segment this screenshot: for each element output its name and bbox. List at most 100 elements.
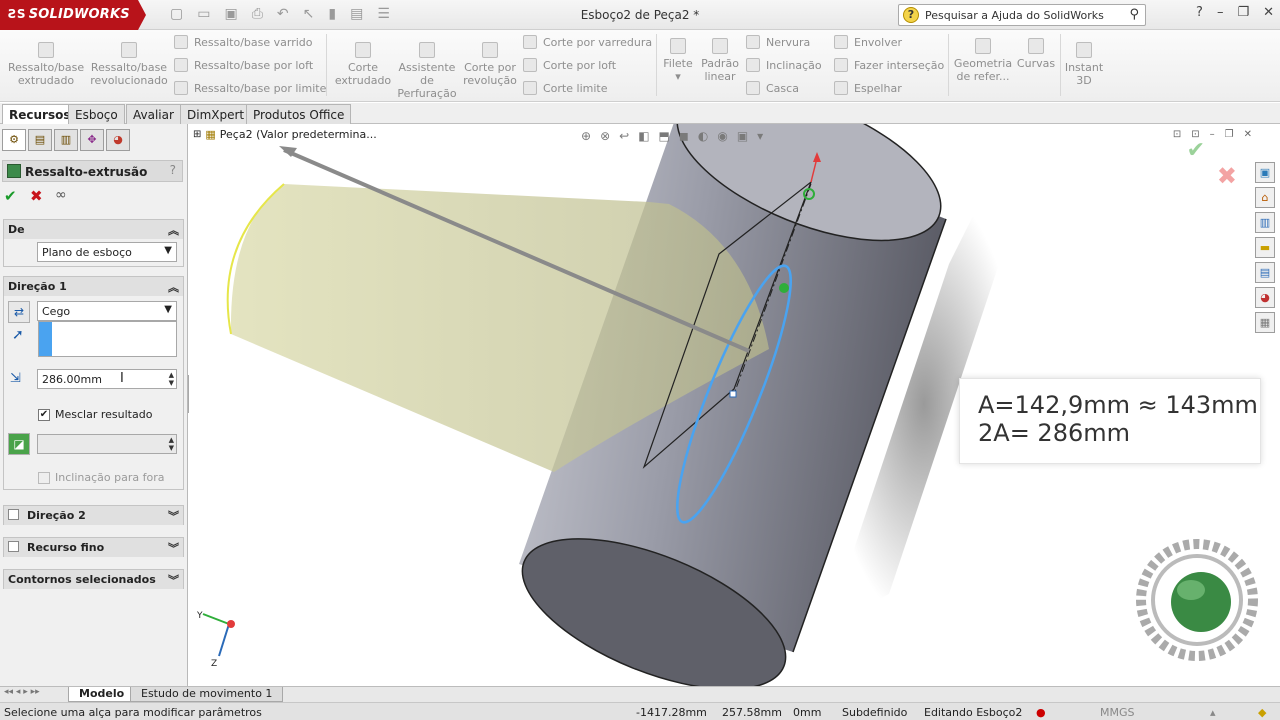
direction2-group[interactable]: Direção 2 ︾: [3, 505, 184, 525]
zoom-to-fit-icon[interactable]: ⊕: [581, 129, 591, 143]
merge-result-checkbox[interactable]: ✔ Mesclar resultado: [38, 408, 152, 421]
resources-icon[interactable]: ▣: [1255, 162, 1275, 183]
spinner-arrows-icon[interactable]: ▲ ▼: [169, 371, 174, 387]
cancel-x-icon[interactable]: ✖: [30, 187, 43, 205]
selected-contours-group[interactable]: Contornos selecionados ︾: [3, 569, 184, 589]
shell-button[interactable]: Casca: [746, 81, 799, 95]
search-icon[interactable]: ⚲: [1129, 7, 1139, 22]
curves-button[interactable]: Curvas: [1016, 38, 1056, 70]
open-icon[interactable]: ▭: [197, 6, 210, 22]
reference-geometry-button[interactable]: Geometria de refer...: [952, 38, 1014, 83]
help-icon[interactable]: ?: [170, 163, 176, 177]
direction2-checkbox[interactable]: [8, 509, 19, 520]
hole-wizard-button[interactable]: Assistente de Perfuração: [396, 42, 458, 100]
undo-icon[interactable]: ↶: [277, 6, 289, 22]
restore-icon[interactable]: ❐: [1237, 5, 1249, 20]
notification-icon[interactable]: ◆: [1258, 706, 1266, 719]
view-palette-icon[interactable]: ▤: [1255, 262, 1275, 283]
select-icon[interactable]: ↖: [303, 6, 315, 22]
rib-button[interactable]: Nervura: [746, 35, 810, 49]
reverse-direction-icon[interactable]: ⇄: [8, 301, 30, 323]
section-view-icon[interactable]: ◧: [638, 129, 649, 143]
new-icon[interactable]: ▢: [170, 6, 183, 22]
property-manager-tab-icon[interactable]: ▤: [28, 129, 52, 151]
save-icon[interactable]: ▣: [224, 6, 237, 22]
wrap-button[interactable]: Envolver: [834, 35, 902, 49]
fillet-dropdown-icon[interactable]: ▾: [675, 70, 681, 83]
confirm-cancel-icon[interactable]: ✖: [1217, 162, 1237, 190]
apply-scene-icon[interactable]: ▣: [737, 129, 748, 143]
tab-scroll-icon[interactable]: ◂◂ ◂ ▸ ▸▸: [4, 687, 40, 697]
end-condition-select[interactable]: Cego ▼: [37, 301, 177, 321]
help-search-input[interactable]: Pesquisar a Ajuda do SolidWorks: [925, 9, 1104, 22]
help-search-box[interactable]: ? Pesquisar a Ajuda do SolidWorks ⚲: [898, 4, 1146, 26]
instant3d-button[interactable]: Instant 3D: [1064, 42, 1104, 87]
solidworks-logo[interactable]: ƧS SOLIDWORKS: [0, 0, 138, 30]
display-manager-tab-icon[interactable]: ◕: [106, 129, 130, 151]
appearances-icon[interactable]: ◕: [1255, 287, 1275, 308]
status-options-icon[interactable]: ▴: [1210, 706, 1216, 719]
configuration-manager-tab-icon[interactable]: ▥: [54, 129, 78, 151]
view-settings-icon[interactable]: ▾: [757, 129, 763, 143]
viewport-split-icon[interactable]: ⊡: [1173, 129, 1181, 140]
print-icon[interactable]: ⎙: [252, 6, 263, 22]
viewport-close-icon[interactable]: ✕: [1244, 129, 1252, 140]
previous-view-icon[interactable]: ↩: [619, 129, 629, 143]
selected-contours-group-header[interactable]: Contornos selecionados ︾: [4, 570, 183, 589]
depth-spinner[interactable]: 286.00mm I ▲ ▼: [37, 369, 177, 389]
expand-icon[interactable]: ︾: [168, 508, 179, 524]
collapse-icon[interactable]: ︽: [168, 279, 179, 295]
swept-cut-button[interactable]: Corte por varredura: [523, 35, 652, 49]
tab-dimxpert[interactable]: DimXpert: [180, 104, 252, 124]
linear-pattern-button[interactable]: Padrão linear: [700, 38, 740, 83]
tab-avaliar[interactable]: Avaliar: [126, 104, 181, 124]
expand-icon[interactable]: ︾: [168, 572, 179, 588]
direction2-group-header[interactable]: Direção 2 ︾: [4, 506, 183, 525]
design-library-icon[interactable]: ▥: [1255, 212, 1275, 233]
extrude-boss-button[interactable]: Ressalto/base extrudado: [8, 42, 84, 87]
ok-check-icon[interactable]: ✔: [4, 187, 17, 205]
direction-selection-box[interactable]: [38, 321, 177, 357]
tab-modelo[interactable]: Modelo: [68, 687, 136, 702]
revolve-boss-button[interactable]: Ressalto/base revolucionado: [88, 42, 170, 87]
thin-feature-group-header[interactable]: Recurso fino ︾: [4, 538, 183, 557]
dimxpert-manager-tab-icon[interactable]: ✥: [80, 129, 104, 151]
help-menu-icon[interactable]: ?: [1196, 5, 1203, 20]
zoom-to-area-icon[interactable]: ⊗: [600, 129, 610, 143]
display-style-icon[interactable]: ◼: [679, 129, 689, 143]
swept-boss-button[interactable]: Ressalto/base varrido: [174, 35, 313, 49]
edit-appearance-icon[interactable]: ◉: [717, 129, 727, 143]
extruded-cut-button[interactable]: Corte extrudado: [334, 42, 392, 87]
lofted-cut-button[interactable]: Corte por loft: [523, 58, 616, 72]
mirror-button[interactable]: Espelhar: [834, 81, 902, 95]
intersect-button[interactable]: Fazer interseção: [834, 58, 944, 72]
draft-toggle-icon[interactable]: ◪: [8, 433, 30, 455]
fillet-button[interactable]: Filete ▾: [660, 38, 696, 83]
thin-feature-group[interactable]: Recurso fino ︾: [3, 537, 184, 557]
feature-manager-tab-icon[interactable]: ⚙: [2, 129, 26, 151]
tab-produtos-office[interactable]: Produtos Office: [246, 104, 352, 124]
view-orientation-icon[interactable]: ⬒: [659, 129, 670, 143]
confirm-ok-icon[interactable]: ✔: [1187, 138, 1205, 163]
file-explorer-icon[interactable]: ▬: [1255, 237, 1275, 258]
start-condition-select[interactable]: Plano de esboço ▼: [37, 242, 177, 262]
collapse-icon[interactable]: ︽: [168, 222, 179, 238]
rebuild-status-icon[interactable]: ●: [1036, 706, 1046, 719]
revolved-cut-button[interactable]: Corte por revolução: [462, 42, 518, 87]
options-icon[interactable]: ☰: [377, 6, 390, 22]
feature-tree-root[interactable]: ⊞ ▦ Peça2 (Valor predetermina...: [193, 128, 377, 141]
direction1-group-header[interactable]: Direção 1 ︽: [4, 277, 183, 296]
loft-boss-button[interactable]: Ressalto/base por loft: [174, 58, 313, 72]
expand-icon[interactable]: ⊞: [193, 129, 201, 140]
thin-feature-checkbox[interactable]: [8, 541, 19, 552]
detailed-preview-icon[interactable]: ∞: [55, 187, 67, 203]
rebuild-icon[interactable]: ▮: [328, 6, 336, 22]
home-icon[interactable]: ⌂: [1255, 187, 1275, 208]
graphics-area[interactable]: Z Y ⊞ ▦ Peça2 (Valor predetermina... ⊕ ⊗…: [189, 124, 1280, 686]
boundary-boss-button[interactable]: Ressalto/base por limite: [174, 81, 326, 95]
logo-menu-arrow[interactable]: [138, 0, 146, 30]
expand-icon[interactable]: ︾: [168, 540, 179, 556]
boundary-cut-button[interactable]: Corte limite: [523, 81, 607, 95]
tab-motion-study[interactable]: Estudo de movimento 1: [130, 687, 284, 702]
checkmark-icon[interactable]: ✔: [38, 408, 50, 421]
